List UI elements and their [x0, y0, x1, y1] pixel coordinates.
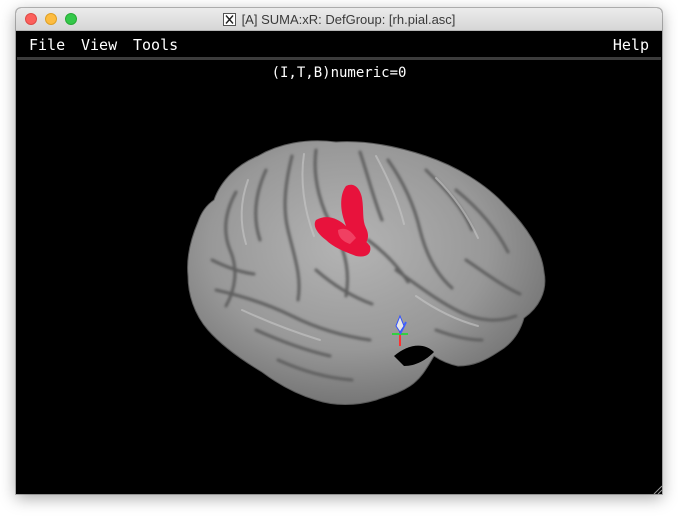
brain-surface-render[interactable] — [16, 60, 662, 494]
menu-help[interactable]: Help — [613, 36, 649, 54]
resize-grip-icon[interactable] — [652, 484, 662, 494]
menu-tools[interactable]: Tools — [133, 36, 178, 54]
menu-bar: File View Tools Help — [17, 31, 661, 60]
window-title: [A] SUMA:xR: DefGroup: [rh.pial.asc] — [241, 11, 456, 27]
window-title-container: [A] SUMA:xR: DefGroup: [rh.pial.asc] — [16, 8, 662, 30]
x11-icon — [222, 12, 236, 26]
status-readout: (I,T,B)numeric=0 — [271, 65, 407, 81]
suma-window: [A] SUMA:xR: DefGroup: [rh.pial.asc] Fil… — [16, 8, 662, 494]
menu-view[interactable]: View — [81, 36, 117, 54]
title-bar[interactable]: [A] SUMA:xR: DefGroup: [rh.pial.asc] — [16, 8, 662, 31]
surface-viewer[interactable]: (I,T,B)numeric=0 — [16, 60, 662, 494]
menu-file[interactable]: File — [29, 36, 65, 54]
